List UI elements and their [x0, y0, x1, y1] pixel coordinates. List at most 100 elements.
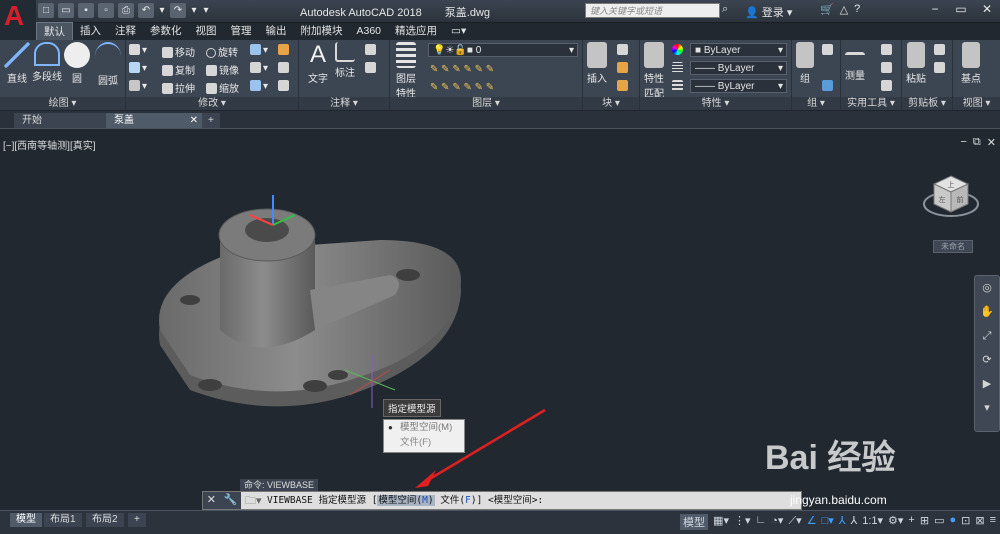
option-model-space-link[interactable]: 模型空间(M) [377, 495, 435, 506]
polyline-button[interactable]: 多段线 [32, 42, 62, 83]
layer-tools-row1[interactable]: ✎ ✎ ✎ ✎ ✎ ✎ [430, 64, 494, 75]
annotation-monitor-icon[interactable]: + [908, 514, 914, 530]
help-icon[interactable]: ? [854, 3, 860, 16]
add-layout-button[interactable]: + [128, 513, 146, 527]
panel-properties-title[interactable]: 特性 ▾ [640, 97, 791, 110]
pump-cover-model[interactable] [150, 180, 480, 423]
ortho-icon[interactable]: ∟ [756, 514, 767, 530]
tab-featured-apps[interactable]: 精选应用 [388, 22, 444, 40]
clean-screen-icon[interactable]: ⊠ [975, 514, 984, 530]
snap-icon[interactable]: ⋮▾ [734, 514, 751, 530]
hardware-accel-icon[interactable]: ⊡ [961, 514, 970, 530]
explode-button[interactable] [278, 62, 291, 74]
isolate-objects-icon[interactable]: ● [949, 514, 956, 530]
offset-button[interactable] [278, 80, 291, 92]
customize-icon[interactable]: ≡ [990, 514, 996, 530]
erase-button[interactable] [278, 44, 291, 56]
color-dropdown[interactable]: ■ ByLayer ▾ [690, 43, 787, 57]
leader-button[interactable] [365, 44, 378, 56]
mirror-button[interactable]: 镜像 [206, 62, 239, 77]
undo-icon[interactable]: ↶ [138, 3, 154, 18]
layer-dropdown[interactable]: 💡☀🔓■ 0 ▾ [428, 43, 578, 57]
lineweight-dropdown[interactable]: —— ByLayer ▾ [690, 79, 787, 93]
viewcube[interactable]: 上 左 前 [922, 170, 980, 228]
ribbon-toggle-icon[interactable]: ▭▾ [444, 22, 473, 40]
orbit-icon[interactable]: ⟳ [975, 348, 999, 372]
steering-wheel-icon[interactable]: ◎ [975, 276, 999, 300]
undo-dropdown-icon[interactable]: ▾ [158, 3, 166, 18]
search-input[interactable]: 键入关键字或短语 [585, 3, 720, 18]
new-icon[interactable]: □ [38, 3, 54, 18]
trim-button[interactable]: ▾ [250, 44, 268, 56]
tab-default[interactable]: 默认 [36, 22, 73, 40]
copy-clip-button[interactable] [934, 62, 947, 74]
layer-properties-button[interactable]: 图层 特性 [396, 42, 416, 100]
restore-icon[interactable]: ▭ [948, 0, 974, 18]
scale-button[interactable]: 缩放 [206, 80, 239, 95]
layer-tools-row2[interactable]: ✎ ✎ ✎ ✎ ✎ ✎ [430, 82, 494, 93]
table-button[interactable] [365, 62, 378, 74]
measure-button[interactable]: 测量 [845, 42, 865, 82]
id-point-button[interactable] [881, 62, 894, 74]
text-button[interactable]: A 文字 [305, 42, 331, 86]
lineweight-icon-button[interactable] [672, 80, 685, 92]
tab-a360[interactable]: A360 [350, 22, 389, 40]
model-space-button[interactable]: 模型 [680, 514, 709, 530]
group-button[interactable]: 组 [796, 42, 814, 85]
circle-button[interactable]: 圆 [64, 42, 90, 85]
command-line[interactable]: ✕ 🔧 🗀▾ VIEWBASE 指定模型源 [模型空间(M) 文件(F)] <模… [202, 491, 802, 510]
edit-block-button[interactable] [617, 62, 630, 74]
tab-output[interactable]: 输出 [259, 22, 294, 40]
showmotion-icon[interactable]: ▶ [975, 372, 999, 396]
pan-icon[interactable]: ✋ [975, 300, 999, 324]
layout-tab-2[interactable]: 布局2 [86, 513, 124, 527]
minimize-icon[interactable]: − [922, 0, 948, 18]
stretch-button[interactable]: 拉伸 [162, 80, 195, 95]
command-close-icon[interactable]: ✕ [207, 492, 216, 509]
annotation-visibility-icon[interactable]: ⅄ [839, 514, 846, 530]
customize-qat-icon[interactable]: ▾ [202, 3, 210, 18]
cart-icon[interactable]: 🛒 [820, 3, 834, 16]
workspace-gear-icon[interactable]: ⚙▾ [888, 514, 903, 530]
redo-dropdown-icon[interactable]: ▾ [190, 3, 198, 18]
viewport-restore-icon[interactable]: ⧉ [973, 136, 981, 149]
panel-draw-title[interactable]: 绘图 ▾ [0, 97, 125, 110]
color-wheel-button[interactable] [672, 44, 685, 56]
application-menu-button[interactable]: A [0, 0, 36, 40]
wcs-menu[interactable]: 未命名 [933, 240, 973, 253]
copy-button[interactable]: 复制 [162, 62, 195, 77]
navbar-menu-icon[interactable]: ▾ [975, 396, 999, 420]
linetype-dropdown[interactable]: —— ByLayer ▾ [690, 61, 787, 75]
command-settings-icon[interactable]: 🔧 [224, 492, 238, 509]
quick-properties-icon[interactable]: ▭ [934, 514, 944, 530]
paste-button[interactable]: 粘贴 [906, 42, 926, 85]
arc-button[interactable]: 圆弧 [95, 42, 121, 87]
tab-document[interactable]: 泵盖 ✕ [106, 113, 202, 128]
panel-modify-title[interactable]: 修改 ▾ [126, 97, 298, 110]
isodraft-icon[interactable]: ⟋▾ [788, 514, 801, 530]
panel-block-title[interactable]: 块 ▾ [583, 97, 639, 110]
match-properties-button[interactable]: 特性 匹配 [644, 42, 664, 100]
line-button[interactable]: 直线 [4, 42, 30, 85]
osnap-tracking-icon[interactable]: ∠ [807, 514, 817, 530]
panel-clipboard-title[interactable]: 剪贴板 ▾ [902, 97, 952, 110]
annotation-scale-button[interactable]: 1:1▾ [862, 514, 883, 530]
zoom-icon[interactable]: ⤢ [975, 324, 999, 348]
block-attr-button[interactable] [617, 80, 630, 92]
move-button[interactable]: 移动 [162, 44, 195, 59]
panel-groups-title[interactable]: 组 ▾ [792, 97, 840, 110]
linetype-icon-button[interactable] [672, 62, 685, 74]
insert-button[interactable]: 插入 [587, 42, 607, 85]
tab-start[interactable]: 开始 [14, 113, 120, 128]
login-button[interactable]: 👤 登录 ▾ [745, 4, 792, 20]
tab-manage[interactable]: 管理 [224, 22, 259, 40]
close-icon[interactable]: ✕ [974, 0, 1000, 18]
ungroup-button[interactable] [822, 44, 835, 56]
open-icon[interactable]: ▭ [58, 3, 74, 18]
close-tab-icon[interactable]: ✕ [190, 113, 198, 128]
panel-annotation-title[interactable]: 注释 ▾ [299, 97, 389, 110]
save-as-icon[interactable]: ▫ [98, 3, 114, 18]
panel-utilities-title[interactable]: 实用工具 ▾ [841, 97, 901, 110]
viewport-minimize-icon[interactable]: − [960, 136, 966, 149]
units-icon[interactable]: ⊞ [920, 514, 929, 530]
